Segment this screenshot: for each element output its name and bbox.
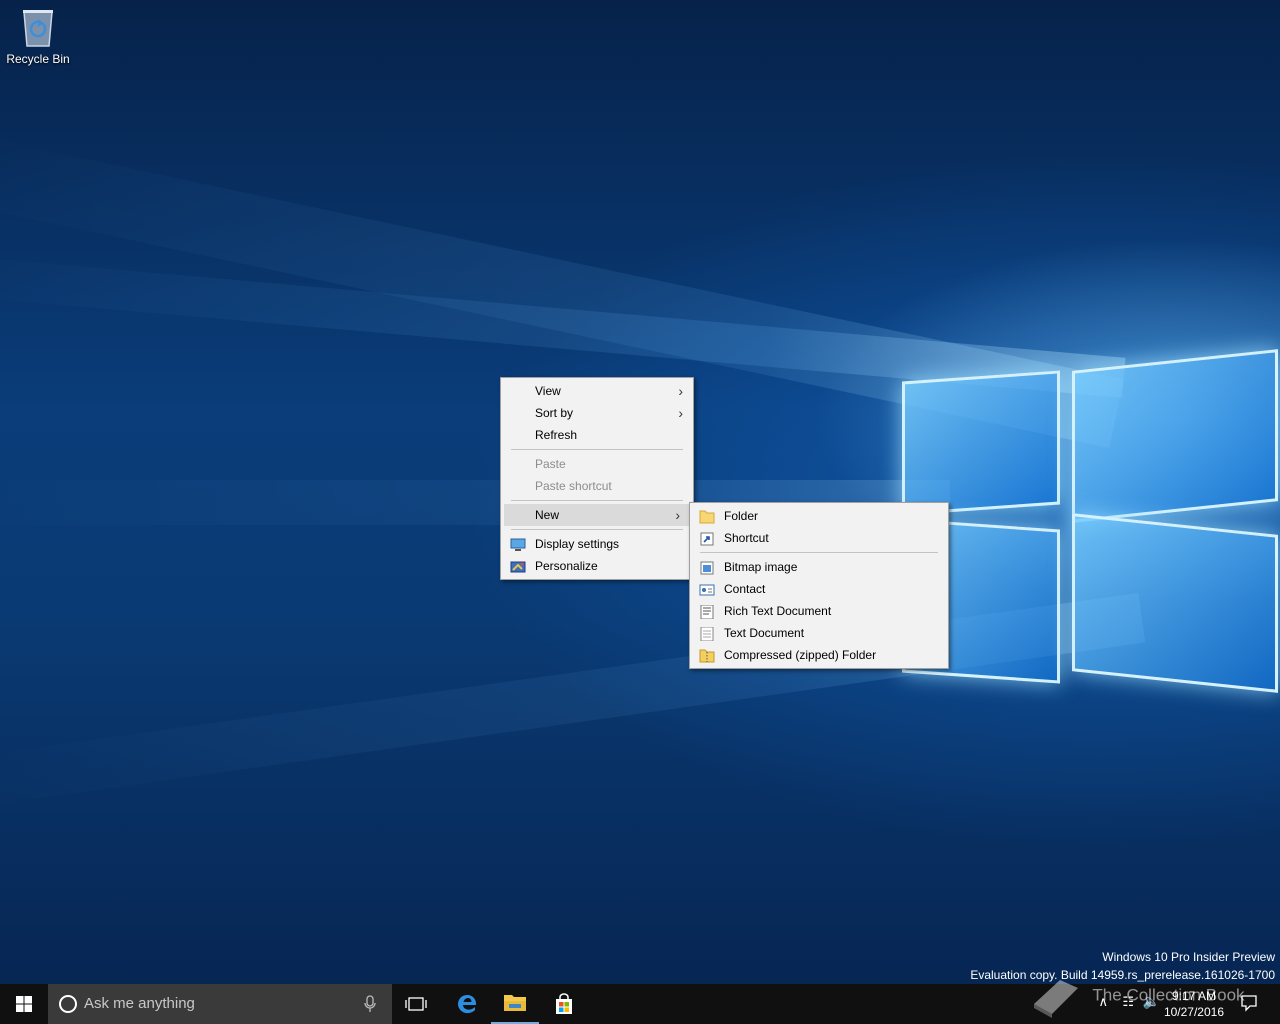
contact-icon xyxy=(699,582,715,596)
desktop[interactable]: Recycle Bin View › Sort by › Refresh Pas… xyxy=(0,0,1280,984)
submenu-item-contact[interactable]: Contact xyxy=(690,578,948,600)
rich-text-icon xyxy=(699,604,715,620)
display-icon xyxy=(510,537,526,551)
overlay-text: The Collection Book xyxy=(1092,985,1245,1005)
folder-icon xyxy=(699,509,715,524)
watermark-edition: Windows 10 Pro Insider Preview xyxy=(1102,950,1275,964)
file-explorer-button[interactable] xyxy=(491,984,539,1024)
menu-separator xyxy=(511,500,683,501)
task-view-icon xyxy=(405,997,427,1011)
submenu-item-folder[interactable]: Folder xyxy=(690,505,948,527)
task-view-button[interactable] xyxy=(392,984,440,1024)
chevron-right-icon: › xyxy=(678,405,683,421)
submenu-item-bitmap-image[interactable]: Bitmap image xyxy=(690,556,948,578)
desktop-context-menu: View › Sort by › Refresh Paste Paste sho… xyxy=(500,377,694,580)
submenu-item-label: Contact xyxy=(724,582,766,596)
bitmap-icon xyxy=(699,560,715,575)
menu-item-label: Paste xyxy=(535,457,566,471)
submenu-item-label: Rich Text Document xyxy=(724,604,832,618)
chevron-right-icon: › xyxy=(678,383,683,399)
submenu-item-label: Shortcut xyxy=(724,531,769,545)
shortcut-icon xyxy=(699,531,715,546)
submenu-item-rich-text-document[interactable]: Rich Text Document xyxy=(690,600,948,622)
menu-separator xyxy=(700,552,938,553)
start-button[interactable] xyxy=(0,984,48,1024)
menu-item-refresh[interactable]: Refresh xyxy=(501,424,693,446)
recycle-bin-icon xyxy=(21,6,55,48)
submenu-item-shortcut[interactable]: Shortcut xyxy=(690,527,948,549)
submenu-item-text-document[interactable]: Text Document xyxy=(690,622,948,644)
store-button[interactable] xyxy=(540,984,588,1024)
menu-item-sort-by[interactable]: Sort by › xyxy=(501,402,693,424)
menu-separator xyxy=(511,449,683,450)
submenu-item-compressed-folder[interactable]: Compressed (zipped) Folder xyxy=(690,644,948,666)
menu-item-paste[interactable]: Paste xyxy=(501,453,693,475)
menu-item-label: Paste shortcut xyxy=(535,479,612,493)
submenu-item-label: Text Document xyxy=(724,626,805,640)
edge-button[interactable] xyxy=(443,984,491,1024)
desktop-icon-label: Recycle Bin xyxy=(6,52,70,66)
menu-item-display-settings[interactable]: Display settings xyxy=(501,533,693,555)
new-submenu: Folder Shortcut Bitmap image Contact Ric… xyxy=(689,502,949,669)
submenu-item-label: Folder xyxy=(724,509,759,523)
personalize-icon xyxy=(510,559,526,573)
overlay-watermark: The Collection Book xyxy=(1030,974,1245,1018)
menu-item-view[interactable]: View › xyxy=(501,380,693,402)
zip-folder-icon xyxy=(699,648,715,663)
edge-icon xyxy=(458,995,477,1014)
text-document-icon xyxy=(699,626,715,642)
menu-item-label: Display settings xyxy=(535,537,620,551)
menu-item-label: View xyxy=(535,384,561,398)
menu-item-label: New xyxy=(535,508,560,522)
chevron-right-icon: › xyxy=(675,507,680,523)
menu-item-personalize[interactable]: Personalize xyxy=(501,555,693,577)
menu-item-label: Refresh xyxy=(535,428,578,442)
wallpaper-windows-logo xyxy=(900,330,1280,693)
store-icon xyxy=(556,993,572,1014)
cortana-search-box[interactable]: Ask me anything xyxy=(48,984,392,1024)
search-placeholder: Ask me anything xyxy=(84,995,195,1012)
cortana-icon xyxy=(59,995,77,1013)
windows-logo-icon xyxy=(16,996,32,1012)
menu-item-label: Personalize xyxy=(535,559,598,573)
menu-separator xyxy=(511,529,683,530)
menu-item-new[interactable]: New › xyxy=(504,504,690,526)
file-explorer-icon xyxy=(504,995,526,1011)
submenu-item-label: Bitmap image xyxy=(724,560,798,574)
submenu-item-label: Compressed (zipped) Folder xyxy=(724,648,877,662)
menu-item-label: Sort by xyxy=(535,406,574,420)
desktop-icon-recycle-bin[interactable]: Recycle Bin xyxy=(4,6,72,66)
microphone-icon[interactable] xyxy=(364,995,376,1013)
book-icon xyxy=(1034,980,1078,1018)
menu-item-paste-shortcut[interactable]: Paste shortcut xyxy=(501,475,693,497)
